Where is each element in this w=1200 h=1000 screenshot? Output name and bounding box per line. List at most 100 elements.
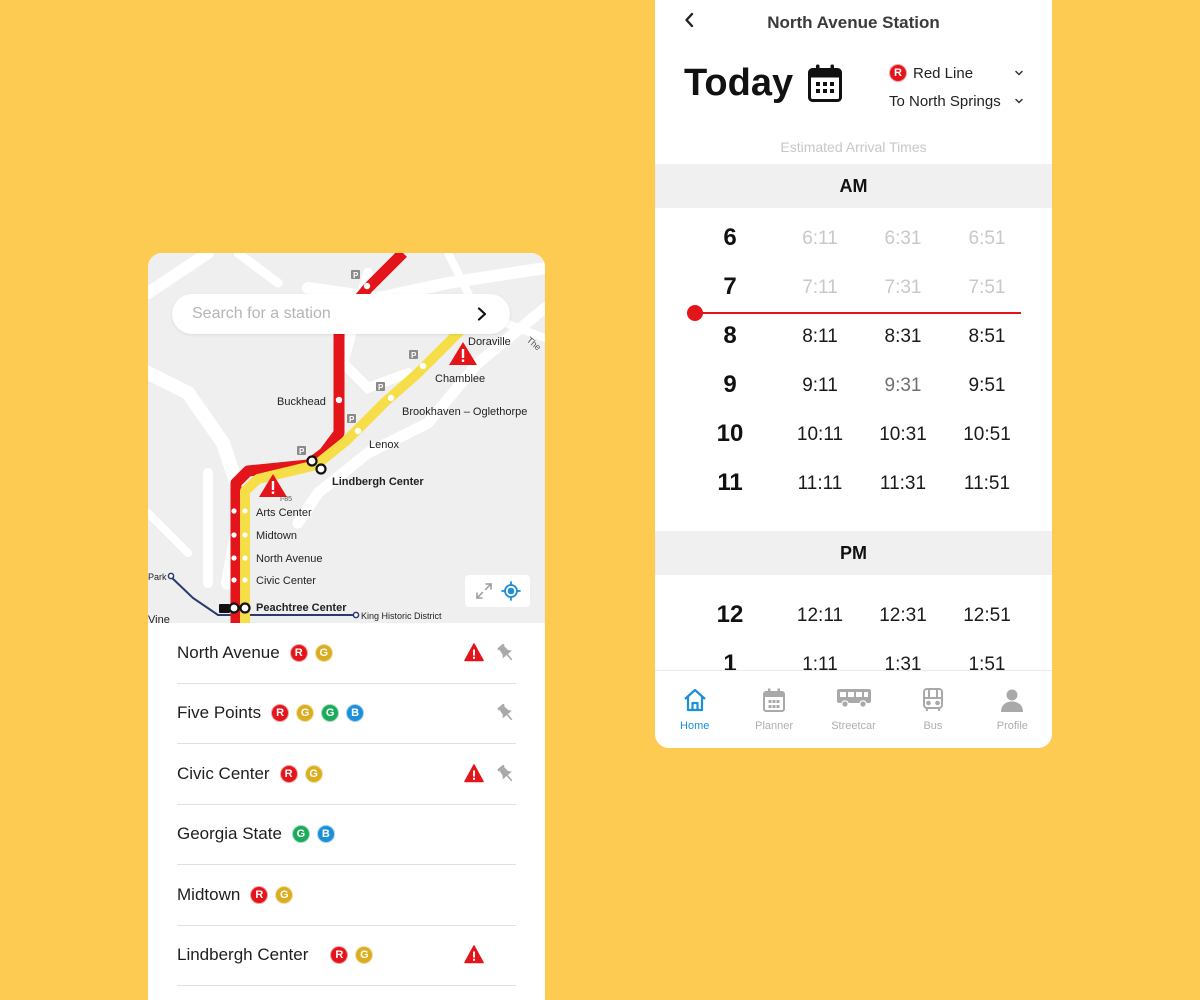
line-badges: RGGB bbox=[271, 704, 365, 723]
row-actions bbox=[464, 884, 516, 906]
station-list-item[interactable]: Civic Center R G bbox=[177, 744, 516, 805]
map-label-civic-center: Civic Center bbox=[256, 575, 316, 587]
pin-icon[interactable] bbox=[496, 642, 516, 664]
am-section-header: AM bbox=[655, 164, 1052, 208]
chevron-down-icon bbox=[1015, 93, 1023, 107]
line-badges: RG bbox=[250, 885, 294, 904]
pm-section-header: PM bbox=[655, 531, 1052, 575]
hour-label: 9 bbox=[723, 371, 737, 398]
tab-label: Home bbox=[680, 720, 710, 732]
line-badge: R bbox=[279, 764, 298, 783]
hour-label: 7 bbox=[723, 273, 737, 300]
expand-icon[interactable] bbox=[473, 580, 495, 602]
line-badge: G bbox=[296, 704, 315, 723]
map-label-midtown: Midtown bbox=[256, 530, 297, 542]
arrival-row: 7 7:11 7:31 7:51 bbox=[655, 273, 1052, 303]
station-name: North Avenue bbox=[177, 642, 280, 662]
line-badge: R bbox=[889, 64, 907, 82]
page-title: North Avenue Station bbox=[767, 13, 940, 32]
hour-label: 10 bbox=[716, 420, 744, 447]
line-badge: R bbox=[250, 885, 269, 904]
line-badge: G bbox=[304, 764, 323, 783]
arrival-time: 7:51 bbox=[968, 277, 1006, 298]
tab-label: Profile bbox=[996, 720, 1028, 732]
arrival-row: 8 8:11 8:31 8:51 bbox=[655, 322, 1052, 352]
transit-map[interactable]: P P P P P Doraville Chamblee Buckhead Br… bbox=[148, 253, 545, 623]
station-list-item[interactable]: Five Points R G G B bbox=[177, 684, 516, 744]
arrival-time: 9:31 bbox=[884, 375, 922, 396]
direction-select-value: To North Springs bbox=[889, 92, 1001, 110]
alert-icon[interactable] bbox=[464, 764, 484, 783]
tab-planner[interactable]: Planner bbox=[734, 671, 813, 748]
tab-streetcar[interactable]: Streetcar bbox=[814, 671, 893, 748]
alert-icon[interactable] bbox=[464, 945, 484, 964]
arrival-time: 6:11 bbox=[802, 228, 838, 249]
arrival-time: 6:51 bbox=[968, 228, 1006, 249]
chevron-right-icon[interactable] bbox=[472, 304, 492, 324]
map-label-route: I-85 bbox=[280, 496, 292, 503]
arrival-time: 10:11 bbox=[796, 424, 844, 445]
map-label-lindbergh: Lindbergh Center bbox=[332, 476, 424, 488]
station-list-item[interactable]: Midtown R G bbox=[177, 865, 516, 926]
row-actions bbox=[464, 702, 516, 724]
hour-label: 8 bbox=[723, 322, 737, 349]
arrival-row: 9 9:11 9:31 9:51 bbox=[655, 371, 1052, 401]
arrival-time: 10:51 bbox=[963, 424, 1011, 445]
line-badge: B bbox=[316, 825, 335, 844]
arrival-time: 10:31 bbox=[879, 424, 927, 445]
station-list-item[interactable]: North Avenue R G bbox=[177, 623, 516, 684]
station-name: Five Points bbox=[177, 703, 262, 723]
arrival-time: 11:31 bbox=[879, 473, 927, 494]
tab-label: Bus bbox=[923, 720, 943, 732]
locate-icon[interactable] bbox=[500, 580, 522, 602]
tab-label: Planner bbox=[755, 720, 794, 732]
line-badge: G bbox=[321, 704, 340, 723]
pin-icon[interactable] bbox=[496, 763, 516, 785]
arrival-time: 8:51 bbox=[968, 326, 1006, 347]
tab-profile[interactable]: Profile bbox=[973, 671, 1052, 748]
row-actions bbox=[464, 823, 516, 845]
arrival-time: 12:31 bbox=[879, 605, 927, 626]
date-heading: Today bbox=[684, 62, 794, 104]
map-label-king: King Historic District bbox=[361, 611, 442, 621]
hour-label: 11 bbox=[717, 469, 743, 496]
arrival-row: 10 10:11 10:31 10:51 bbox=[655, 420, 1052, 450]
arrival-row: 11 11:11 11:31 11:51 bbox=[655, 469, 1052, 499]
parking-marker: P bbox=[299, 447, 305, 456]
alert-icon[interactable] bbox=[464, 643, 484, 662]
station-name: Lindbergh Center bbox=[177, 945, 309, 965]
arrival-row: 12 12:11 12:31 12:51 bbox=[655, 601, 1052, 631]
arrival-time: 12:11 bbox=[796, 605, 844, 626]
direction-select[interactable]: To North Springs bbox=[889, 90, 1023, 112]
hour-label: 6 bbox=[723, 224, 737, 251]
map-label-lenox: Lenox bbox=[369, 439, 399, 451]
station-finder-card: P P P P P Doraville Chamblee Buckhead Br… bbox=[148, 253, 545, 1000]
line-badges: RG bbox=[279, 764, 323, 783]
current-time-marker bbox=[687, 305, 703, 321]
row-actions bbox=[464, 944, 516, 966]
line-badge: B bbox=[346, 704, 365, 723]
line-select[interactable]: R Red Line bbox=[889, 62, 1023, 84]
estimated-arrival-label: Estimated Arrival Times bbox=[780, 139, 927, 155]
tab-bus[interactable]: Bus bbox=[893, 671, 972, 748]
arrival-time: 12:51 bbox=[963, 605, 1011, 626]
pin-icon[interactable] bbox=[496, 702, 516, 724]
line-badge: G bbox=[355, 946, 374, 965]
parking-marker: P bbox=[378, 383, 384, 392]
station-list-item[interactable]: Lindbergh Center R G bbox=[177, 926, 516, 986]
map-label-park: Park bbox=[148, 572, 167, 582]
station-list-item[interactable]: Georgia State G B bbox=[177, 805, 516, 865]
tab-home[interactable]: Home bbox=[655, 671, 734, 748]
station-search-input[interactable] bbox=[192, 305, 472, 323]
current-time-line bbox=[687, 312, 1021, 314]
calendar-icon[interactable] bbox=[807, 63, 845, 103]
arrival-time: 11:11 bbox=[797, 473, 843, 494]
station-list: North Avenue R G Five Points R G G B Civic Cente… bbox=[148, 623, 545, 986]
parking-marker: P bbox=[353, 271, 359, 280]
arrival-time: 8:11 bbox=[802, 326, 838, 347]
map-label-north-avenue: North Avenue bbox=[256, 553, 322, 565]
station-name: Midtown bbox=[177, 884, 241, 904]
station-search-bar bbox=[172, 294, 510, 334]
map-label-doraville: Doraville bbox=[468, 336, 511, 348]
line-badges: GB bbox=[291, 825, 335, 844]
